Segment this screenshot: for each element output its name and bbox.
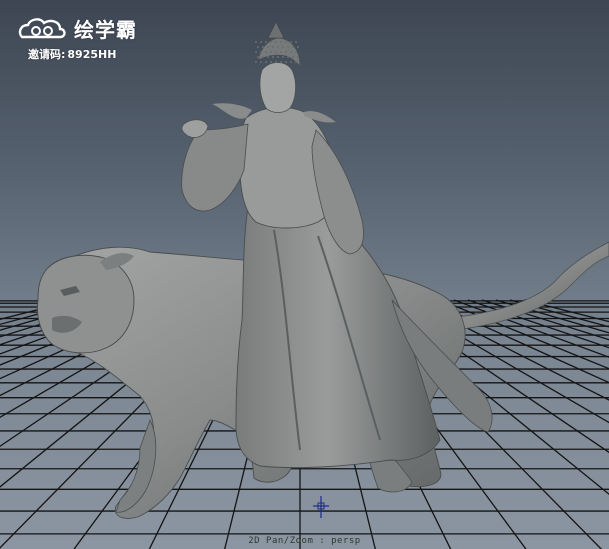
tiger-head	[37, 254, 135, 354]
figure-crown	[267, 21, 285, 39]
figure-head	[259, 62, 296, 113]
figure-hair	[257, 37, 301, 67]
invite-code-value: 8925HH	[67, 48, 117, 61]
move-manipulator-icon[interactable]	[313, 496, 329, 518]
maya-viewport[interactable]: 绘学霸 邀请码: 8925HH 2D Pan/Zoom : persp	[0, 0, 609, 549]
viewport-status-label: 2D Pan/Zoom : persp	[248, 536, 361, 546]
invite-code: 邀请码: 8925HH	[28, 46, 137, 62]
watermark-brand: 绘学霸	[74, 18, 137, 42]
invite-code-label: 邀请码:	[28, 48, 66, 61]
3d-model-woman-riding-tiger	[37, 21, 609, 519]
tiger-tail	[449, 241, 609, 331]
cloud-swirl-logo-icon	[18, 17, 66, 38]
watermark: 绘学霸 邀请码: 8925HH	[16, 14, 137, 62]
